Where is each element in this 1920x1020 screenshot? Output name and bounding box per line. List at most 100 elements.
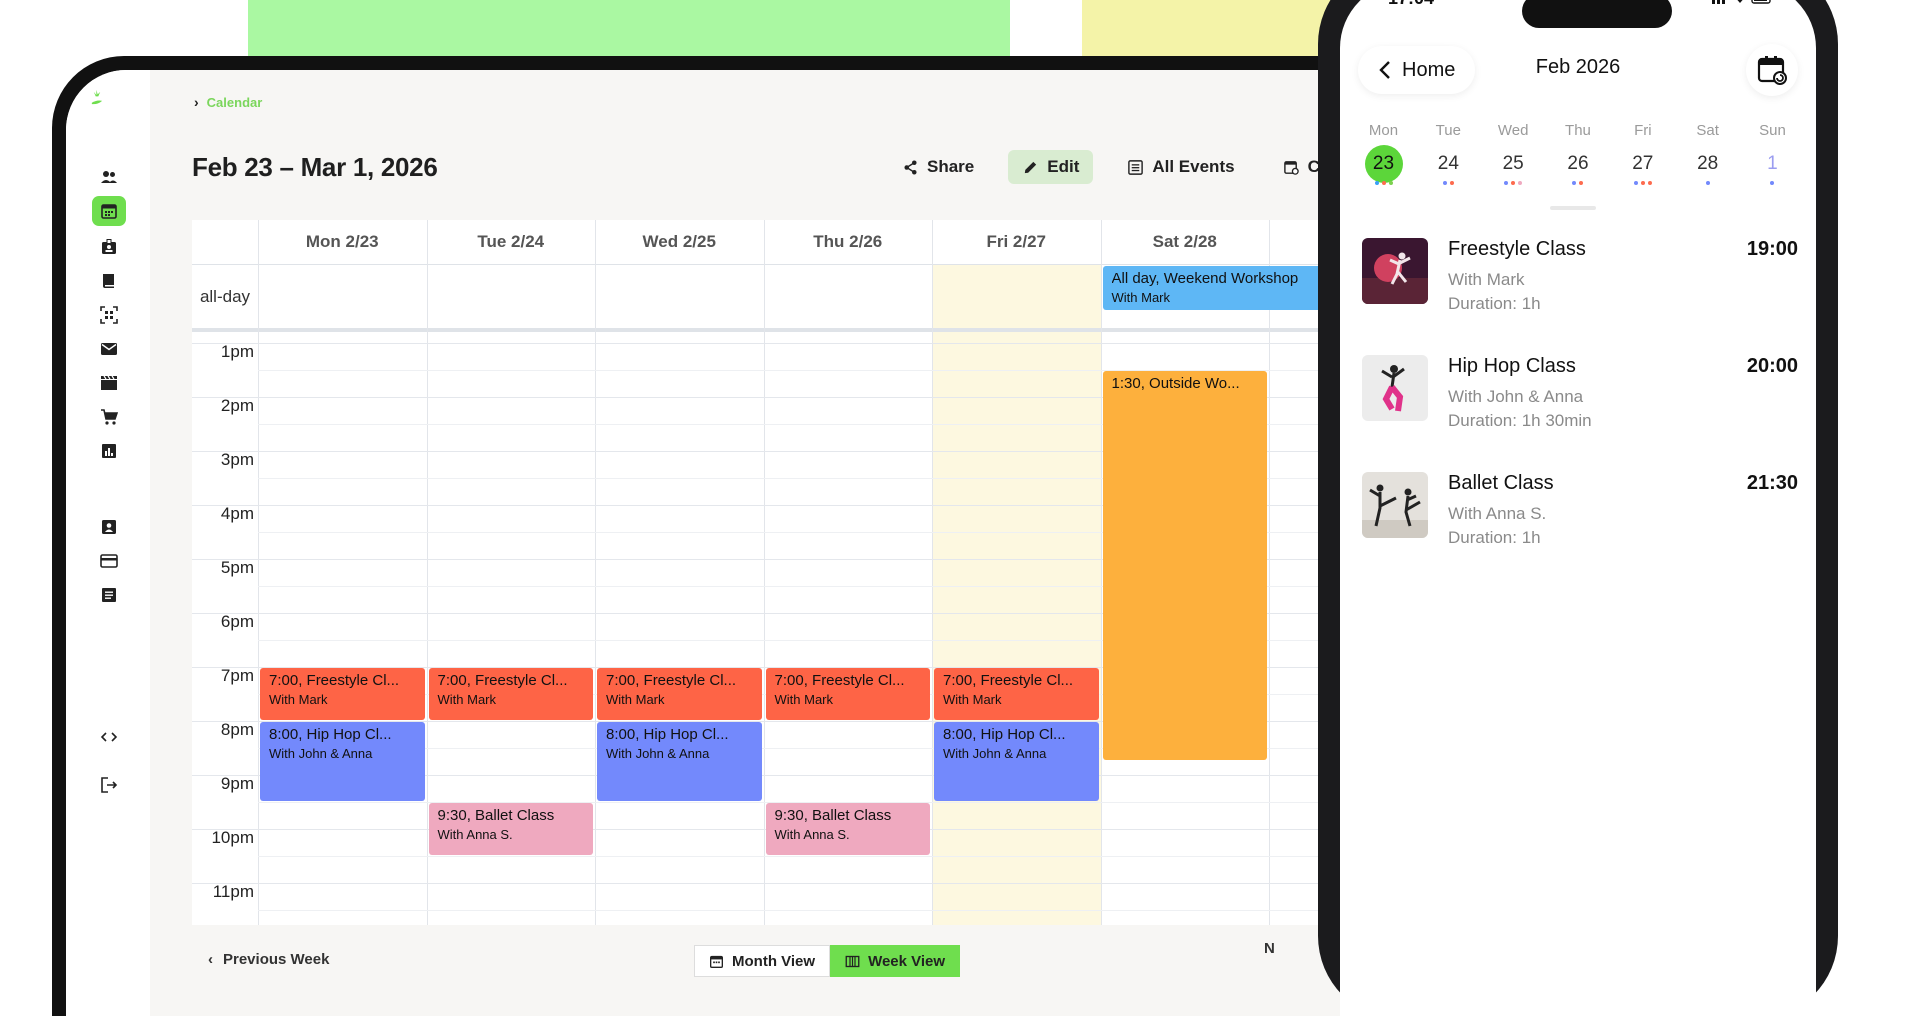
- time-label: 7pm: [220, 665, 254, 685]
- weekday-name: Sun: [1759, 122, 1786, 139]
- sidebar-item-reports[interactable]: [92, 436, 126, 466]
- weekday-sun[interactable]: Sun 1: [1741, 122, 1804, 186]
- phone-device: 17:04 Home Feb 2026 Mon23Tue24Wed25Thu26…: [1318, 0, 1838, 1020]
- background-green-block: [248, 0, 1010, 58]
- time-label: 8pm: [220, 719, 254, 739]
- event-dots: [1676, 181, 1739, 186]
- event-subtitle: With John & Anna: [943, 745, 1047, 761]
- calendar-sync-button[interactable]: [1746, 44, 1798, 96]
- event-title: All day, Weekend Workshop: [1111, 270, 1299, 287]
- event-dot: [1572, 181, 1577, 185]
- qr-scan-icon: [100, 306, 118, 324]
- event-dot: [1449, 181, 1454, 185]
- book-icon: [103, 274, 114, 288]
- event-subtitle: With Mark: [943, 691, 1002, 707]
- weekday-date: 28: [1697, 153, 1719, 174]
- day-header[interactable]: Fri 2/27: [932, 220, 1101, 264]
- phone-screen: 17:04 Home Feb 2026 Mon23Tue24Wed25Thu26…: [1340, 0, 1816, 1020]
- day-header[interactable]: Mon 2/23: [258, 220, 427, 264]
- weekday-thu[interactable]: Thu 26: [1546, 122, 1609, 186]
- class-name: Hip Hop Class: [1448, 355, 1576, 377]
- weekday-tue[interactable]: Tue 24: [1417, 122, 1480, 186]
- event-subtitle: With Mark: [606, 691, 665, 707]
- class-thumbnail: [1362, 355, 1428, 421]
- calendar-event[interactable]: 7:00, Freestyle Cl... With Mark: [934, 667, 1099, 720]
- clapperboard-icon: [101, 375, 117, 390]
- sidebar-rail: [66, 70, 150, 1016]
- sidebar-item-documents[interactable]: [92, 580, 126, 610]
- day-header[interactable]: Thu 2/26: [764, 220, 933, 264]
- allday-label: all-day: [199, 287, 251, 306]
- event-subtitle: With Mark: [774, 691, 834, 707]
- sidebar-item-mail[interactable]: [92, 334, 126, 364]
- sidebar-item-scanner[interactable]: [92, 300, 126, 330]
- weekday-fri[interactable]: Fri 27: [1611, 122, 1674, 186]
- next-week-button[interactable]: N: [1264, 940, 1275, 957]
- class-item[interactable]: Freestyle Class 19:00 With Mark Duration: 1…: [1362, 238, 1798, 328]
- breadcrumb-calendar-link[interactable]: Calendar: [207, 95, 263, 110]
- day-header[interactable]: Wed 2/25: [595, 220, 764, 264]
- tablet-device: › Calendar Feb 23 – Mar 1, 2026 Share Ed…: [52, 56, 1452, 1016]
- calendar-event[interactable]: 7:00, Freestyle Cl... With Mark: [597, 667, 762, 720]
- sidebar-item-logout[interactable]: [92, 770, 126, 800]
- column-divider: [932, 220, 933, 925]
- column-divider: [1100, 220, 1102, 925]
- calendar-event[interactable]: 8:00, Hip Hop Cl... With John & Anna: [260, 721, 425, 801]
- edit-button[interactable]: Edit: [1008, 150, 1094, 184]
- event-dot: [1579, 181, 1584, 185]
- event-title: 8:00, Hip Hop Cl...: [606, 725, 729, 743]
- calendar-event[interactable]: 8:00, Hip Hop Cl... With John & Anna: [934, 721, 1099, 801]
- calendar-event[interactable]: 7:00, Freestyle Cl... With Mark: [428, 667, 593, 720]
- event-dot: [1504, 181, 1509, 185]
- calendar-event[interactable]: 1:30, Outside Wo...: [1102, 370, 1267, 761]
- weekday-name: Tue: [1435, 122, 1461, 139]
- event-title: 7:00, Freestyle Cl...: [269, 671, 400, 689]
- id-badge-icon: [102, 239, 116, 254]
- half-hour-line: [258, 855, 1392, 857]
- calendar-event[interactable]: 7:00, Freestyle Cl... With Mark: [765, 667, 930, 720]
- weekday-wed[interactable]: Wed 25: [1482, 122, 1545, 186]
- event-subtitle: With Anna S.: [774, 826, 850, 842]
- calendar-event[interactable]: 8:00, Hip Hop Cl... With John & Anna: [597, 721, 762, 801]
- sidebar-item-calendar[interactable]: [92, 196, 126, 226]
- status-time: 17:04: [1388, 0, 1434, 9]
- page-title: Feb 23 – Mar 1, 2026: [192, 152, 438, 182]
- sidebar-item-embed[interactable]: [92, 722, 126, 752]
- day-header[interactable]: Sat 2/28: [1101, 220, 1270, 264]
- time-label: 2pm: [220, 395, 254, 415]
- sidebar-item-badge[interactable]: [92, 232, 126, 262]
- dynamic-island: [1522, 0, 1672, 28]
- sidebar-item-book[interactable]: [92, 266, 126, 296]
- calendar-icon: [101, 204, 117, 219]
- weekday-sat[interactable]: Sat 28: [1676, 122, 1739, 186]
- calendar-event[interactable]: 9:30, Ballet Class With Anna S.: [765, 802, 930, 855]
- calendar-event[interactable]: 7:00, Freestyle Cl... With Mark: [260, 667, 425, 720]
- event-dot: [1647, 181, 1652, 185]
- day-header[interactable]: Tue 2/24: [427, 220, 596, 264]
- time-label: 5pm: [220, 557, 254, 577]
- event-dots: [1417, 181, 1480, 186]
- sidebar-item-video[interactable]: [92, 368, 126, 398]
- event-dot: [1388, 181, 1393, 185]
- event-subtitle: With Mark: [1111, 290, 1171, 305]
- sidebar-item-people[interactable]: [92, 162, 126, 192]
- class-item[interactable]: Ballet Class 21:30 With Anna S. Duration: 1…: [1362, 472, 1798, 562]
- drag-handle[interactable]: [1550, 206, 1596, 210]
- code-icon: [100, 732, 118, 742]
- share-button[interactable]: Share: [888, 150, 988, 184]
- event-dot: [1442, 181, 1447, 185]
- week-view-button[interactable]: Week View: [830, 945, 961, 977]
- weekday-mon[interactable]: Mon 23: [1352, 122, 1415, 186]
- event-title: 8:00, Hip Hop Cl...: [269, 725, 392, 743]
- event-title: 9:30, Ballet Class: [437, 806, 555, 824]
- calendar-event[interactable]: 9:30, Ballet Class With Anna S.: [428, 802, 593, 855]
- credit-card-icon: [100, 554, 118, 568]
- sidebar-item-shop[interactable]: [92, 402, 126, 432]
- class-item[interactable]: Hip Hop Class 20:00 With John & Anna Durati…: [1362, 355, 1798, 445]
- sidebar-item-contacts[interactable]: [92, 512, 126, 542]
- all-events-button[interactable]: All Events: [1113, 150, 1248, 184]
- calendar-icon: [710, 955, 723, 968]
- month-view-button[interactable]: Month View: [694, 945, 831, 977]
- weekday-name: Thu: [1565, 122, 1591, 139]
- sidebar-item-billing[interactable]: [92, 546, 126, 576]
